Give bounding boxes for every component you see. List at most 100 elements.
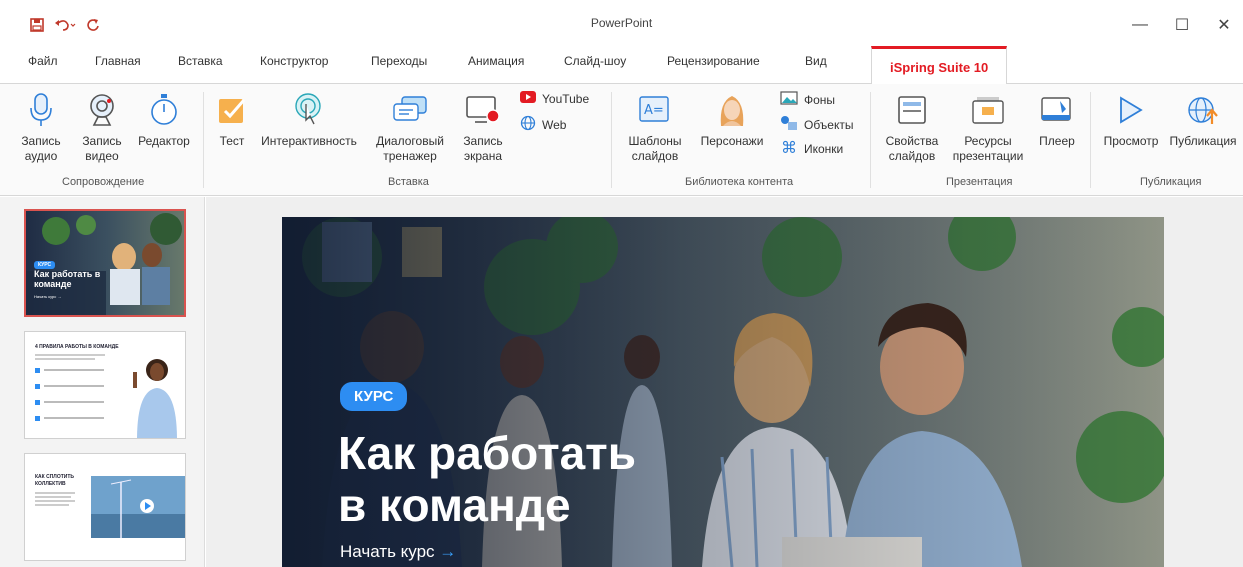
slide-title-line-1: Как работать: [338, 427, 636, 479]
tab-review[interactable]: Рецензирование: [667, 54, 760, 68]
slide-thumbnail-3[interactable]: КАК СПЛОТИТЬ КОЛЛЕКТИВ: [24, 453, 186, 561]
start-course-link[interactable]: Начать курс →: [340, 542, 456, 562]
record-video-label: Запись видео: [82, 134, 122, 163]
slide-properties-button[interactable]: Свойства слайдов: [882, 90, 942, 164]
globe-upload-icon: [1166, 90, 1240, 130]
svg-text:A=: A=: [644, 103, 664, 118]
objects-label: Объекты: [804, 117, 854, 132]
test-label: Тест: [219, 134, 245, 148]
test-button[interactable]: Тест: [212, 90, 252, 149]
thumbnail-content: [35, 476, 185, 538]
slide-title-line-2: в команде: [338, 479, 571, 531]
touch-icon: [256, 90, 362, 130]
screen-record-label: Запись экрана: [463, 134, 503, 163]
window-title: PowerPoint: [590, 16, 653, 30]
slide-editor: КУРС Как работать в команде Начать курс …: [206, 197, 1243, 567]
youtube-button[interactable]: YouTube: [520, 91, 589, 106]
interactivity-label: Интерактивность: [261, 134, 357, 148]
characters-button[interactable]: Персонажи: [694, 90, 770, 149]
course-tag: КУРС: [340, 382, 408, 411]
checkbox-icon: [212, 90, 252, 130]
group-label-library: Библиотека контента: [685, 176, 794, 188]
svg-text:⌘: ⌘: [781, 139, 797, 155]
globe-icon: [520, 115, 536, 134]
backgrounds-label: Фоны: [804, 92, 836, 107]
slide-thumbnail-1[interactable]: КУРС Как работать в команде Начать курс …: [24, 209, 186, 317]
title-bar: PowerPoint — ☐ ✕: [0, 14, 1243, 40]
ribbon-tabs: Файл Главная Вставка Конструктор Переход…: [0, 44, 1243, 85]
preview-button[interactable]: Просмотр: [1098, 90, 1164, 149]
thumbnail-title: Как работать в команде: [34, 269, 101, 289]
character-icon: [694, 90, 770, 130]
objects-button[interactable]: Объекты: [780, 115, 854, 134]
dialog-trainer-button[interactable]: Диалоговый тренажер: [368, 90, 452, 164]
youtube-icon: [520, 91, 536, 106]
slide-properties-label: Свойства слайдов: [885, 134, 939, 163]
editor-label: Редактор: [138, 134, 190, 148]
icons-button[interactable]: ⌘ Иконки: [780, 138, 844, 158]
interactivity-button[interactable]: Интерактивность: [256, 90, 362, 149]
resources-label: Ресурсы презентации: [952, 134, 1024, 163]
publish-button[interactable]: Публикация: [1166, 90, 1240, 149]
thumbnail-content: [35, 354, 177, 438]
publish-label: Публикация: [1169, 134, 1237, 148]
ribbon-separator: [203, 92, 204, 188]
microphone-icon: [18, 90, 64, 130]
presentation-resources-button[interactable]: Ресурсы презентации: [948, 90, 1028, 164]
icons-label: Иконки: [804, 141, 844, 156]
stopwatch-icon: [134, 90, 194, 130]
tab-animations[interactable]: Анимация: [468, 54, 524, 68]
backgrounds-button[interactable]: Фоны: [780, 91, 835, 108]
youtube-label: YouTube: [542, 91, 590, 106]
objects-icon: [780, 115, 798, 134]
picture-icon: [780, 91, 798, 108]
web-button[interactable]: Web: [520, 115, 566, 134]
screen-record-icon: [458, 90, 508, 130]
player-button[interactable]: Плеер: [1034, 90, 1080, 149]
preview-label: Просмотр: [1103, 134, 1159, 148]
slides-panel: КУРС Как работать в команде Начать курс …: [0, 197, 205, 567]
slide-properties-icon: [882, 90, 942, 130]
group-label-insert: Вставка: [388, 176, 429, 188]
record-audio-button[interactable]: Запись аудио: [18, 90, 64, 164]
ribbon-separator: [870, 92, 871, 188]
tab-home[interactable]: Главная: [95, 54, 141, 68]
screen-record-button[interactable]: Запись экрана: [458, 90, 508, 164]
template-icon: A=: [622, 90, 688, 130]
tab-ispring-suite[interactable]: iSpring Suite 10: [871, 46, 1008, 85]
slide-templates-button[interactable]: A= Шаблоны слайдов: [622, 90, 688, 164]
arrow-right-icon: →: [439, 542, 457, 561]
minimize-button[interactable]: —: [1131, 16, 1149, 34]
window-controls: — ☐ ✕: [1131, 16, 1233, 34]
play-icon: [1098, 90, 1164, 130]
close-button[interactable]: ✕: [1215, 16, 1233, 34]
start-course-text: Начать курс: [340, 542, 435, 561]
player-label: Плеер: [1039, 134, 1075, 148]
command-icon: ⌘: [780, 138, 798, 158]
record-audio-label: Запись аудио: [21, 134, 61, 163]
tab-view[interactable]: Вид: [805, 54, 827, 68]
web-label: Web: [542, 117, 567, 132]
record-video-button[interactable]: Запись видео: [76, 90, 128, 164]
group-label-presentation: Презентация: [946, 176, 1013, 188]
tab-file[interactable]: Файл: [28, 54, 58, 68]
thumbnail-cta: Начать курс →: [34, 294, 62, 299]
tab-design[interactable]: Конструктор: [260, 54, 328, 68]
speech-bubble-icon: [368, 90, 452, 130]
slide-thumbnail-2[interactable]: 4 ПРАВИЛА РАБОТЫ В КОМАНДЕ: [24, 331, 186, 439]
editor-button[interactable]: Редактор: [134, 90, 194, 149]
webcam-icon: [76, 90, 128, 130]
current-slide[interactable]: КУРС Как работать в команде Начать курс …: [282, 217, 1164, 567]
tab-insert[interactable]: Вставка: [178, 54, 223, 68]
slide-title: Как работать в команде: [338, 427, 636, 531]
slide-templates-label: Шаблоны слайдов: [628, 134, 682, 163]
characters-label: Персонажи: [700, 134, 764, 148]
tab-slideshow[interactable]: Слайд-шоу: [564, 54, 626, 68]
player-icon: [1034, 90, 1080, 130]
dialog-trainer-label: Диалоговый тренажер: [376, 134, 444, 163]
ribbon: Запись аудио Запись видео Редактор Сопро…: [0, 84, 1243, 196]
thumbnail-tag: КУРС: [34, 261, 56, 269]
maximize-button[interactable]: ☐: [1173, 16, 1191, 34]
tab-transitions[interactable]: Переходы: [371, 54, 427, 68]
resources-icon: [948, 90, 1028, 130]
